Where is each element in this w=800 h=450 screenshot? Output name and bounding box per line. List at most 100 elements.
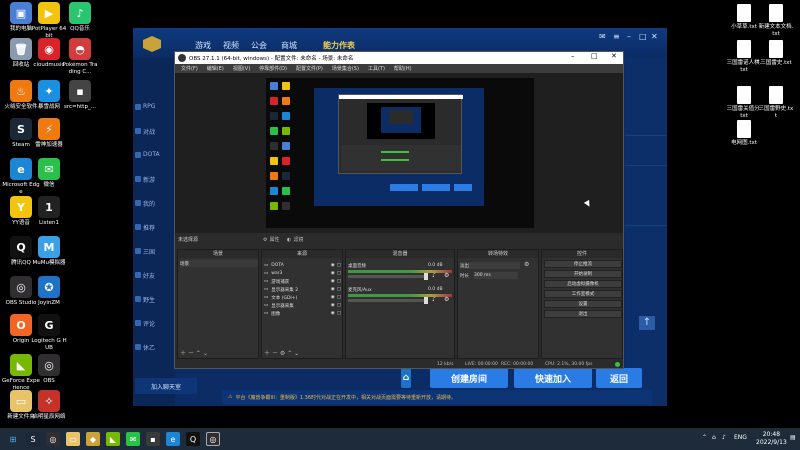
sidebar-item[interactable]: 新游 [143,175,155,184]
sidebar-item[interactable]: RPG [143,103,155,110]
add-icon[interactable]: ＋ [264,350,270,357]
taskbar-obs-icon[interactable]: ◎ [46,432,60,446]
lock-icon[interactable]: ▢ [337,311,341,316]
duration-input[interactable]: 300 ms [474,272,518,279]
obs-minimize-icon[interactable]: – [571,52,575,60]
source-item[interactable]: ▭ 图像 ◉ ▢ [264,310,342,317]
lock-icon[interactable]: ▢ [337,279,341,284]
remove-icon[interactable]: － [272,350,278,357]
lock-icon[interactable]: ▢ [337,303,341,308]
quick-join-button[interactable]: 快速加入 [514,368,592,388]
sidebar-item[interactable]: 评论 [143,319,155,328]
desktop-icon[interactable]: ✪ JoyinZM [30,276,68,307]
taskbar-geforce-icon[interactable]: ◣ [106,432,120,446]
down-icon[interactable]: ⌄ [294,350,299,357]
desktop-file-icon[interactable]: 电网图.txt [726,120,762,147]
filters-button[interactable]: ◐ 滤镜 [287,235,303,244]
launcher-maximize-icon[interactable]: □ [639,32,647,41]
desktop-icon[interactable]: ✉ 微信 [30,158,68,189]
obs-preview-canvas[interactable] [266,78,534,228]
desktop-file-icon[interactable]: 新建文本文档.txt [758,4,794,38]
eye-icon[interactable]: ◉ [331,295,335,300]
up-icon[interactable]: ⌃ [196,350,201,357]
launcher-tab-games[interactable]: 游戏 [195,40,211,51]
taskbar-steam-icon[interactable]: S [26,432,40,446]
transition-select[interactable]: 淡出 [460,262,520,269]
sidebar-item[interactable]: DOTA [143,151,160,158]
tray-up-icon[interactable]: ⌃ [702,434,707,441]
launcher-tab-guild[interactable]: 公会 [251,40,267,51]
control-button[interactable]: 启动虚拟摄像机 [544,280,622,288]
sidebar-item[interactable]: 休乙 [143,343,155,352]
obs-menu-item[interactable]: 工具(T) [368,65,385,72]
desktop-icon[interactable]: ✧ 启明星辰网络 [30,390,68,421]
create-room-button[interactable]: 创建房间 [430,368,508,388]
obs-maximize-icon[interactable]: □ [591,52,598,60]
obs-menu-item[interactable]: 停靠部件(D) [259,65,287,72]
launcher-tab-video[interactable]: 视频 [223,40,239,51]
eye-icon[interactable]: ◉ [331,271,335,276]
notification-icon[interactable]: ▤ [790,434,796,441]
down-icon[interactable]: ⌄ [203,350,208,357]
tray-network-icon[interactable]: ⌂ [712,434,716,441]
obs-menu-item[interactable]: 编辑(E) [207,65,224,72]
eye-icon[interactable]: ◉ [331,303,335,308]
control-button[interactable]: 退出 [544,310,622,318]
volume-slider-knob[interactable] [424,297,428,304]
source-item[interactable]: ▭ 游戏捕获 ◉ ▢ [264,278,342,285]
gear-icon[interactable]: ⚙ [444,272,449,279]
windows-start-icon[interactable]: ⊞ [6,432,20,446]
desktop-file-icon[interactable]: 三国雷野史.txt [758,86,794,120]
obs-close-icon[interactable]: ✕ [611,52,617,60]
scroll-top-icon[interactable]: ↑ [639,316,655,330]
taskbar-edge-icon[interactable]: e [166,432,180,446]
obs-menu-item[interactable]: 帮助(H) [394,65,412,72]
taskbar-clock[interactable]: 20:48 2022/9/13 [756,431,787,447]
desktop-icon[interactable]: G Logitech G HUB [30,314,68,352]
desktop-file-icon[interactable]: 三国雷史.txt [758,40,794,67]
lock-icon[interactable]: ▢ [337,263,341,268]
gear-icon[interactable]: ⚙ [444,296,449,303]
control-button[interactable]: 工作室模式 [544,290,622,298]
eye-icon[interactable]: ◉ [331,311,335,316]
lock-icon[interactable]: ▢ [337,271,341,276]
eye-icon[interactable]: ◉ [331,263,335,268]
sidebar-item[interactable]: 对战 [143,127,155,136]
properties-button[interactable]: ⚙ 属性 [263,235,280,244]
volume-slider[interactable] [348,275,428,278]
gear-icon[interactable]: ⚙ [280,350,285,357]
source-item[interactable]: ▭ 文本 (GDI+) ◉ ▢ [264,294,342,301]
desktop-icon[interactable]: ▪ src=http_... [61,80,99,111]
sidebar-item[interactable]: 好友 [143,271,155,280]
remove-icon[interactable]: － [188,350,194,357]
desktop-icon[interactable]: ⚡ 雷神加速器 [30,118,68,149]
gear-icon[interactable]: ⚙ [524,261,529,268]
desktop-file-icon[interactable]: 三国雷关值分.txt [726,86,762,120]
launcher-home-icon[interactable]: ⌂ [401,368,411,388]
desktop-icon[interactable]: M MuMu模拟器 [30,236,68,267]
add-icon[interactable]: ＋ [180,350,186,357]
tray-volume-icon[interactable]: ♪ [722,434,726,441]
desktop-icon[interactable]: ◎ OBS [30,354,68,385]
speaker-icon[interactable]: ♪ [432,272,436,279]
launcher-mail-icon[interactable]: ✉ [599,32,606,41]
input-language[interactable]: ENG [734,434,747,441]
source-item[interactable]: ▭ war3 ◉ ▢ [264,270,342,277]
launcher-tab-shop[interactable]: 商城 [281,40,297,51]
taskbar-wechat-icon[interactable]: ✉ [126,432,140,446]
taskbar-app-icon[interactable]: ▪ [146,432,160,446]
launcher-close-icon[interactable]: ✕ [651,32,658,41]
taskbar-launcher-icon[interactable]: ◆ [86,432,100,446]
desktop-icon[interactable]: ♪ QQ音乐 [61,2,99,33]
sidebar-item[interactable]: 野生 [143,295,155,304]
up-icon[interactable]: ⌃ [287,350,292,357]
speaker-icon[interactable]: ♪ [432,296,436,303]
desktop-file-icon[interactable]: 三国雷诺人棋.txt [726,40,762,74]
desktop-icon[interactable]: 1 Listen1 [30,196,68,227]
source-item[interactable]: ▭ 显示器采集 2 ◉ ▢ [264,286,342,293]
join-chat-button[interactable]: 加入聊天室 [135,378,197,394]
desktop-icon[interactable]: ◓ Pokémon Trading C... [61,38,99,76]
sidebar-item[interactable]: 推荐 [143,223,155,232]
taskbar-qq-icon[interactable]: Q [186,432,200,446]
volume-slider-knob[interactable] [424,273,428,280]
